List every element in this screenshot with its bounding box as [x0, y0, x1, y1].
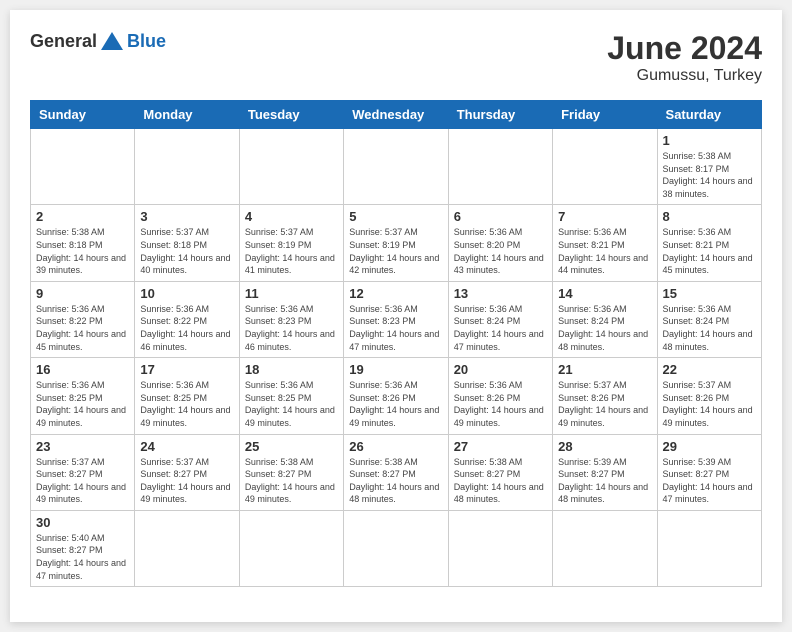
- day-13-number: 13: [454, 286, 547, 301]
- day-14-number: 14: [558, 286, 651, 301]
- day-25-cell: 25 Sunrise: 5:38 AM Sunset: 8:27 PM Dayl…: [239, 434, 343, 510]
- day-1-info: Sunrise: 5:38 AM Sunset: 8:17 PM Dayligh…: [663, 150, 756, 200]
- week-2-row: 2 Sunrise: 5:38 AM Sunset: 8:18 PM Dayli…: [31, 205, 762, 281]
- day-19-number: 19: [349, 362, 442, 377]
- logo-icon: [101, 30, 123, 52]
- empty-cell: [239, 129, 343, 205]
- day-15-number: 15: [663, 286, 756, 301]
- header-wednesday: Wednesday: [344, 101, 448, 129]
- day-21-cell: 21 Sunrise: 5:37 AM Sunset: 8:26 PM Dayl…: [553, 358, 657, 434]
- logo-area: General Blue: [30, 30, 166, 52]
- day-22-cell: 22 Sunrise: 5:37 AM Sunset: 8:26 PM Dayl…: [657, 358, 761, 434]
- empty-cell: [135, 510, 239, 586]
- header-thursday: Thursday: [448, 101, 552, 129]
- day-17-cell: 17 Sunrise: 5:36 AM Sunset: 8:25 PM Dayl…: [135, 358, 239, 434]
- week-1-row: 1 Sunrise: 5:38 AM Sunset: 8:17 PM Dayli…: [31, 129, 762, 205]
- day-27-cell: 27 Sunrise: 5:38 AM Sunset: 8:27 PM Dayl…: [448, 434, 552, 510]
- empty-cell: [553, 129, 657, 205]
- day-1-number: 1: [663, 133, 756, 148]
- day-25-number: 25: [245, 439, 338, 454]
- day-15-cell: 15 Sunrise: 5:36 AM Sunset: 8:24 PM Dayl…: [657, 281, 761, 357]
- empty-cell: [135, 129, 239, 205]
- day-18-cell: 18 Sunrise: 5:36 AM Sunset: 8:25 PM Dayl…: [239, 358, 343, 434]
- day-30-cell: 30 Sunrise: 5:40 AM Sunset: 8:27 PM Dayl…: [31, 510, 135, 586]
- day-28-number: 28: [558, 439, 651, 454]
- day-16-number: 16: [36, 362, 129, 377]
- location-title: Gumussu, Turkey: [607, 67, 762, 85]
- empty-cell: [31, 129, 135, 205]
- day-12-number: 12: [349, 286, 442, 301]
- day-11-number: 11: [245, 286, 338, 301]
- day-8-number: 8: [663, 209, 756, 224]
- day-17-number: 17: [140, 362, 233, 377]
- header-saturday: Saturday: [657, 101, 761, 129]
- day-19-cell: 19 Sunrise: 5:36 AM Sunset: 8:26 PM Dayl…: [344, 358, 448, 434]
- day-20-number: 20: [454, 362, 547, 377]
- day-29-cell: 29 Sunrise: 5:39 AM Sunset: 8:27 PM Dayl…: [657, 434, 761, 510]
- day-2-number: 2: [36, 209, 129, 224]
- day-20-cell: 20 Sunrise: 5:36 AM Sunset: 8:26 PM Dayl…: [448, 358, 552, 434]
- header-monday: Monday: [135, 101, 239, 129]
- logo-text-general: General: [30, 31, 97, 52]
- day-1-cell: 1 Sunrise: 5:38 AM Sunset: 8:17 PM Dayli…: [657, 129, 761, 205]
- day-10-number: 10: [140, 286, 233, 301]
- empty-cell: [553, 510, 657, 586]
- day-30-number: 30: [36, 515, 129, 530]
- month-title: June 2024: [607, 30, 762, 67]
- calendar-header: General Blue June 2024 Gumussu, Turkey: [30, 30, 762, 85]
- day-3-number: 3: [140, 209, 233, 224]
- week-5-row: 23 Sunrise: 5:37 AM Sunset: 8:27 PM Dayl…: [31, 434, 762, 510]
- day-26-cell: 26 Sunrise: 5:38 AM Sunset: 8:27 PM Dayl…: [344, 434, 448, 510]
- empty-cell: [657, 510, 761, 586]
- day-14-cell: 14 Sunrise: 5:36 AM Sunset: 8:24 PM Dayl…: [553, 281, 657, 357]
- day-28-cell: 28 Sunrise: 5:39 AM Sunset: 8:27 PM Dayl…: [553, 434, 657, 510]
- empty-cell: [448, 510, 552, 586]
- week-3-row: 9 Sunrise: 5:36 AM Sunset: 8:22 PM Dayli…: [31, 281, 762, 357]
- day-7-cell: 7 Sunrise: 5:36 AM Sunset: 8:21 PM Dayli…: [553, 205, 657, 281]
- logo-text-blue: Blue: [127, 31, 166, 52]
- week-6-row: 30 Sunrise: 5:40 AM Sunset: 8:27 PM Dayl…: [31, 510, 762, 586]
- day-5-number: 5: [349, 209, 442, 224]
- empty-cell: [239, 510, 343, 586]
- day-4-cell: 4 Sunrise: 5:37 AM Sunset: 8:19 PM Dayli…: [239, 205, 343, 281]
- empty-cell: [448, 129, 552, 205]
- day-27-number: 27: [454, 439, 547, 454]
- day-23-number: 23: [36, 439, 129, 454]
- day-6-number: 6: [454, 209, 547, 224]
- empty-cell: [344, 510, 448, 586]
- title-area: June 2024 Gumussu, Turkey: [607, 30, 762, 85]
- header-friday: Friday: [553, 101, 657, 129]
- day-5-cell: 5 Sunrise: 5:37 AM Sunset: 8:19 PM Dayli…: [344, 205, 448, 281]
- day-13-cell: 13 Sunrise: 5:36 AM Sunset: 8:24 PM Dayl…: [448, 281, 552, 357]
- logo: General Blue: [30, 30, 166, 52]
- day-12-cell: 12 Sunrise: 5:36 AM Sunset: 8:23 PM Dayl…: [344, 281, 448, 357]
- calendar-grid: Sunday Monday Tuesday Wednesday Thursday…: [30, 100, 762, 587]
- day-26-number: 26: [349, 439, 442, 454]
- calendar-container: General Blue June 2024 Gumussu, Turkey S…: [10, 10, 782, 622]
- day-8-cell: 8 Sunrise: 5:36 AM Sunset: 8:21 PM Dayli…: [657, 205, 761, 281]
- day-3-cell: 3 Sunrise: 5:37 AM Sunset: 8:18 PM Dayli…: [135, 205, 239, 281]
- day-29-number: 29: [663, 439, 756, 454]
- header-sunday: Sunday: [31, 101, 135, 129]
- day-9-cell: 9 Sunrise: 5:36 AM Sunset: 8:22 PM Dayli…: [31, 281, 135, 357]
- day-2-cell: 2 Sunrise: 5:38 AM Sunset: 8:18 PM Dayli…: [31, 205, 135, 281]
- day-18-number: 18: [245, 362, 338, 377]
- day-10-cell: 10 Sunrise: 5:36 AM Sunset: 8:22 PM Dayl…: [135, 281, 239, 357]
- day-23-cell: 23 Sunrise: 5:37 AM Sunset: 8:27 PM Dayl…: [31, 434, 135, 510]
- day-11-cell: 11 Sunrise: 5:36 AM Sunset: 8:23 PM Dayl…: [239, 281, 343, 357]
- empty-cell: [344, 129, 448, 205]
- day-24-cell: 24 Sunrise: 5:37 AM Sunset: 8:27 PM Dayl…: [135, 434, 239, 510]
- week-4-row: 16 Sunrise: 5:36 AM Sunset: 8:25 PM Dayl…: [31, 358, 762, 434]
- day-16-cell: 16 Sunrise: 5:36 AM Sunset: 8:25 PM Dayl…: [31, 358, 135, 434]
- weekday-header-row: Sunday Monday Tuesday Wednesday Thursday…: [31, 101, 762, 129]
- day-21-number: 21: [558, 362, 651, 377]
- day-7-number: 7: [558, 209, 651, 224]
- day-24-number: 24: [140, 439, 233, 454]
- day-22-number: 22: [663, 362, 756, 377]
- header-tuesday: Tuesday: [239, 101, 343, 129]
- day-9-number: 9: [36, 286, 129, 301]
- day-6-cell: 6 Sunrise: 5:36 AM Sunset: 8:20 PM Dayli…: [448, 205, 552, 281]
- day-4-number: 4: [245, 209, 338, 224]
